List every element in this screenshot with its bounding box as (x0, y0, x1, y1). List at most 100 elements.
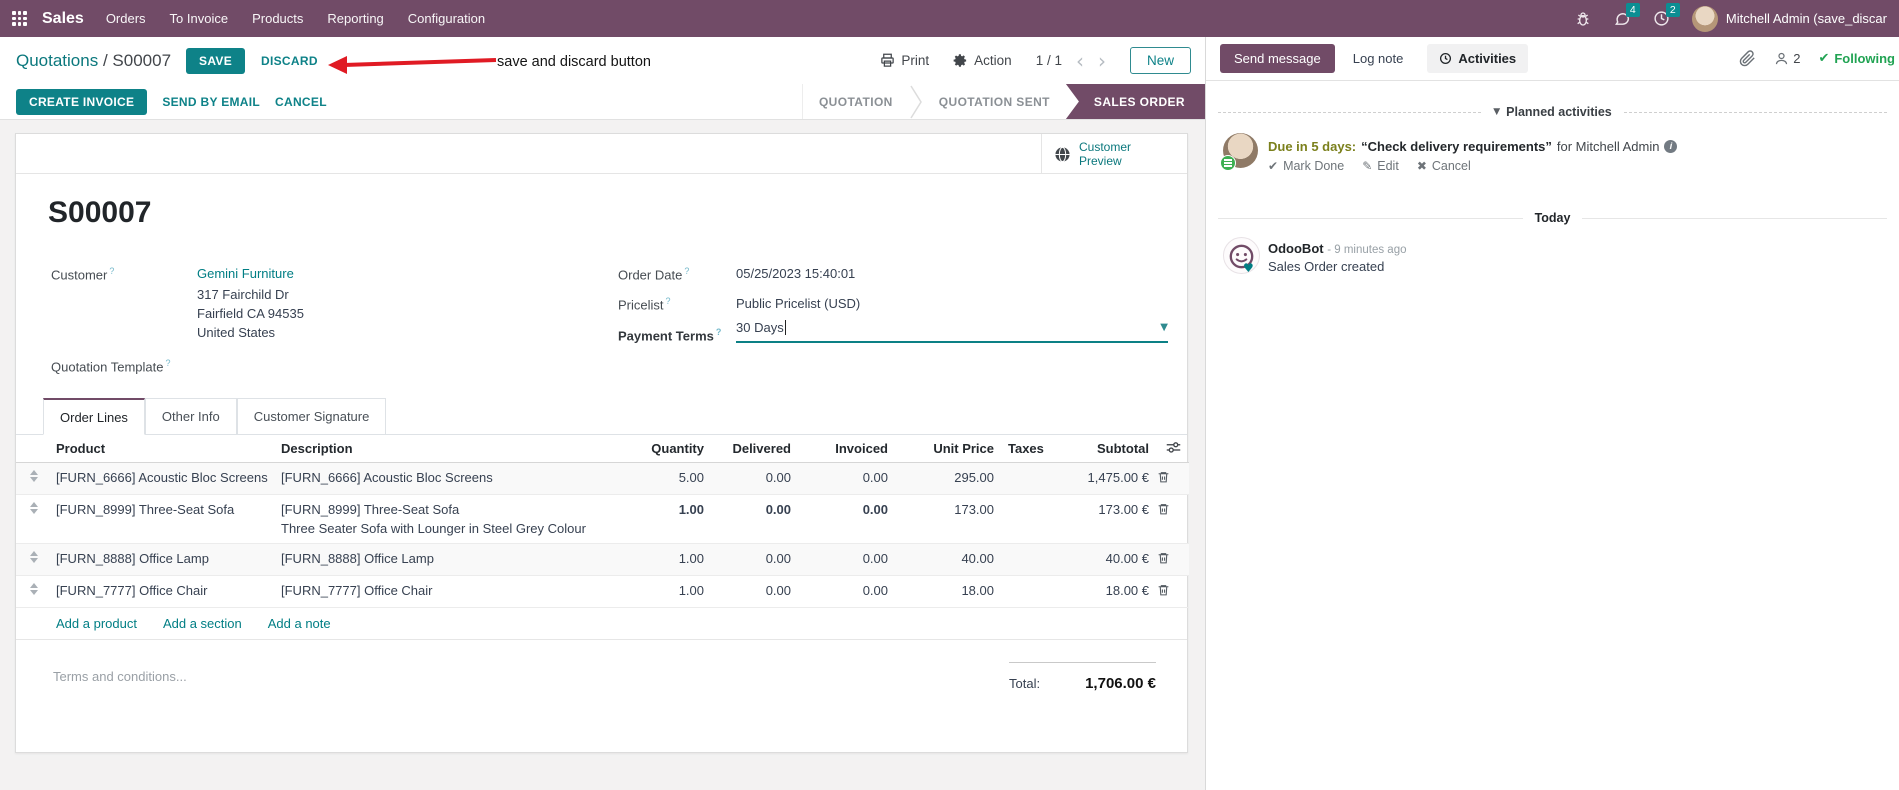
pager-next-icon[interactable]: › (1098, 51, 1106, 71)
debug-bug-icon[interactable] (1575, 11, 1591, 27)
log-note-button[interactable]: Log note (1353, 51, 1404, 66)
activity-info-icon[interactable]: i (1664, 140, 1678, 153)
nav-item-reporting[interactable]: Reporting (315, 0, 395, 37)
pricelist-label: Pricelist? (618, 296, 671, 313)
payment-terms-label: Payment Terms? (618, 327, 722, 344)
cell-subtotal: 1,475.00 € (1087, 470, 1149, 485)
table-row[interactable]: [FURN_8999] Three-Seat Sofa [FURN_8999] … (16, 495, 1189, 544)
cancel-order-button[interactable]: CANCEL (275, 95, 327, 109)
cancel-activity-button[interactable]: ✖ Cancel (1417, 159, 1471, 173)
activity-actions: ✔ Mark Done ✎ Edit ✖ Cancel (1268, 159, 1471, 173)
send-message-button[interactable]: Send message (1220, 44, 1335, 73)
apps-menu-icon[interactable] (12, 11, 27, 26)
cell-quantity: 1.00 (678, 551, 704, 566)
delete-row-icon[interactable] (1157, 551, 1170, 565)
payment-terms-input[interactable]: 30 Days ▼ (736, 320, 1168, 343)
messages-icon[interactable]: 4 (1613, 3, 1640, 27)
terms-and-conditions-placeholder[interactable]: Terms and conditions... (53, 669, 187, 684)
order-total: Total: 1,706.00 € (1009, 662, 1156, 692)
col-unit-price[interactable]: Unit Price (888, 435, 994, 463)
print-button[interactable]: Print (880, 53, 929, 68)
cell-taxes (994, 576, 1076, 608)
chevron-down-icon: ▼ (1493, 107, 1501, 117)
odoobot-avatar: ♥ (1223, 237, 1260, 275)
attachment-paperclip-icon[interactable] (1739, 50, 1756, 67)
order-lines-table: Product Description Quantity Delivered I… (16, 435, 1189, 640)
col-quantity[interactable]: Quantity (636, 435, 704, 463)
message-author[interactable]: OdooBot (1268, 241, 1324, 256)
followers-button[interactable]: 2 (1774, 51, 1800, 66)
order-date-value[interactable]: 05/25/2023 15:40:01 (736, 266, 855, 281)
action-button[interactable]: Action (953, 53, 1012, 68)
activity-type-badge-icon (1220, 155, 1236, 171)
cell-invoiced: 0.00 (862, 583, 888, 598)
table-row[interactable]: [FURN_6666] Acoustic Bloc Screens [FURN_… (16, 462, 1189, 495)
user-menu[interactable]: Mitchell Admin (save_discar (1691, 5, 1887, 32)
send-by-email-button[interactable]: SEND BY EMAIL (162, 95, 260, 109)
add-product-link[interactable]: Add a product (56, 616, 137, 631)
add-note-link[interactable]: Add a note (268, 616, 331, 631)
pencil-icon: ✎ (1362, 159, 1373, 173)
follower-count: 2 (1793, 51, 1801, 66)
customer-preview-button[interactable]: Customer Preview (1041, 134, 1187, 174)
create-invoice-button[interactable]: CREATE INVOICE (16, 88, 148, 115)
save-button[interactable]: SAVE (186, 47, 246, 74)
tab-customer-signature[interactable]: Customer Signature (236, 398, 387, 434)
nav-item-orders[interactable]: Orders (94, 0, 158, 37)
pager-prev-icon[interactable]: ‹ (1076, 51, 1084, 71)
customer-address-line: 317 Fairchild Dr (197, 287, 289, 302)
stage-separator-icon (910, 85, 922, 118)
col-subtotal[interactable]: Subtotal (1076, 435, 1149, 463)
col-invoiced[interactable]: Invoiced (791, 435, 888, 463)
delete-row-icon[interactable] (1157, 470, 1170, 484)
planned-activities-toggle[interactable]: ▼ Planned activities (1493, 105, 1612, 119)
col-taxes[interactable]: Taxes (994, 435, 1076, 463)
pricelist-value[interactable]: Public Pricelist (USD) (736, 296, 860, 311)
cell-unit-price: 18.00 (961, 583, 994, 598)
app-brand[interactable]: Sales (42, 10, 84, 28)
drag-handle-icon[interactable] (30, 470, 38, 482)
drag-handle-icon[interactable] (30, 551, 38, 563)
drag-handle-icon[interactable] (30, 502, 38, 514)
add-section-link[interactable]: Add a section (163, 616, 242, 631)
heart-icon: ♥ (1243, 261, 1254, 275)
stage-quotation-sent[interactable]: QUOTATION SENT (923, 84, 1066, 119)
today-separator: Today (1218, 211, 1888, 225)
cell-subtotal: 40.00 € (1105, 551, 1149, 566)
nav-item-products[interactable]: Products (240, 0, 315, 37)
tab-order-lines[interactable]: Order Lines (43, 398, 145, 435)
nav-item-to-invoice[interactable]: To Invoice (158, 0, 241, 37)
table-row[interactable]: [FURN_8888] Office Lamp [FURN_8888] Offi… (16, 543, 1189, 576)
cell-taxes (994, 463, 1076, 495)
table-row[interactable]: [FURN_7777] Office Chair [FURN_7777] Off… (16, 576, 1189, 608)
col-product[interactable]: Product (56, 435, 281, 463)
discard-button[interactable]: DISCARD (261, 54, 318, 68)
stage-quotation[interactable]: QUOTATION (803, 84, 909, 119)
mark-done-button[interactable]: ✔ Mark Done (1268, 159, 1344, 173)
following-button[interactable]: ✔ Following (1818, 51, 1895, 66)
cell-delivered: 0.00 (765, 502, 791, 517)
nav-item-configuration[interactable]: Configuration (396, 0, 497, 37)
activities-button[interactable]: Activities (1427, 44, 1529, 73)
stage-sales-order[interactable]: SALES ORDER (1065, 84, 1205, 119)
customer-field-label: Customer? (51, 266, 115, 283)
cell-quantity: 5.00 (678, 470, 704, 485)
col-description[interactable]: Description (281, 435, 636, 463)
help-marker: ? (715, 327, 722, 337)
delete-row-icon[interactable] (1157, 502, 1170, 516)
customer-field-value[interactable]: Gemini Furniture (197, 266, 294, 281)
col-delivered[interactable]: Delivered (704, 435, 791, 463)
dropdown-caret-icon[interactable]: ▼ (1160, 322, 1168, 333)
delete-row-icon[interactable] (1157, 583, 1170, 597)
new-button[interactable]: New (1129, 47, 1191, 74)
optional-columns-icon[interactable] (1166, 440, 1181, 454)
activities-clock-icon[interactable]: 2 (1653, 3, 1680, 27)
tab-other-info[interactable]: Other Info (144, 398, 237, 434)
cell-delivered: 0.00 (765, 583, 791, 598)
cell-description: [FURN_6666] Acoustic Bloc Screens (281, 470, 493, 485)
message-body: Sales Order created (1268, 259, 1385, 274)
drag-handle-icon[interactable] (30, 583, 38, 595)
cell-unit-price: 295.00 (954, 470, 994, 485)
edit-activity-button[interactable]: ✎ Edit (1362, 159, 1399, 173)
breadcrumb-quotations[interactable]: Quotations (16, 51, 98, 70)
